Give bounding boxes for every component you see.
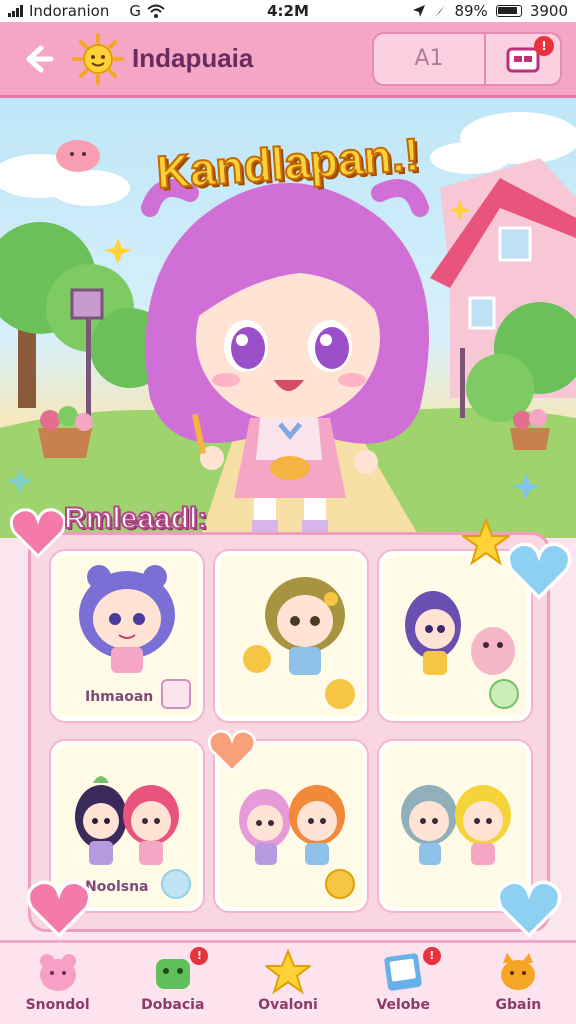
card-label: Noolsna	[85, 879, 149, 895]
mailbox-button[interactable]: !	[484, 33, 560, 84]
app-title: Indapuaia	[132, 43, 254, 73]
coin-icon	[325, 869, 355, 899]
nav-badge: !	[422, 947, 441, 965]
battery-percent: 89%	[454, 2, 488, 20]
heart-icon	[9, 508, 67, 559]
star-icon	[265, 949, 311, 995]
wifi-icon	[147, 4, 165, 18]
top-bar: Indapuaia A1 !	[0, 22, 576, 98]
nav-item-snondol[interactable]: Snondol	[0, 943, 115, 1024]
back-arrow-icon	[26, 45, 54, 72]
battery-extra: 3900	[529, 2, 568, 20]
character-portrait	[243, 577, 345, 675]
chick-icon	[325, 679, 355, 709]
network-type: G	[129, 2, 141, 20]
nav-item-gbain[interactable]: Gbain	[461, 943, 576, 1024]
bottom-nav: Snondol ! Dobacia Ovaloni ! Velobe Gbain	[0, 940, 576, 1024]
nav-label: Velobe	[376, 997, 430, 1013]
carrier-name: Indoranion	[29, 2, 110, 20]
notification-badge: !	[534, 35, 554, 56]
sun-icon	[72, 32, 124, 85]
status-time: 4:2M	[267, 2, 309, 20]
star-icon	[462, 518, 510, 566]
back-button[interactable]	[14, 35, 62, 83]
frog-icon	[155, 959, 190, 989]
collection-panel: Ihmaoan Noolsna	[28, 532, 550, 932]
cat-icon	[501, 953, 536, 990]
heart-icon	[506, 542, 572, 600]
heart-icon	[208, 729, 256, 773]
profile-button[interactable]: A1	[374, 34, 484, 84]
character-portrait	[401, 785, 511, 865]
nav-item-ovaloni[interactable]: Ovaloni	[230, 943, 345, 1024]
nav-badge: !	[190, 947, 209, 965]
character-portrait	[79, 565, 175, 673]
status-bar: Indoranion G 4:2M 89% 3900	[0, 0, 576, 22]
bear-icon	[39, 954, 76, 991]
profile-label: A1	[414, 46, 444, 71]
nav-label: Snondol	[25, 997, 90, 1013]
header-actions: A1 !	[372, 31, 562, 86]
location-icon	[413, 5, 426, 17]
character-portrait	[75, 776, 179, 865]
navigation-icon	[435, 5, 446, 17]
collection-title: Rmleaadl:	[63, 501, 208, 536]
nav-label: Ovaloni	[258, 997, 318, 1013]
album-icon	[384, 953, 422, 991]
bottle-icon	[161, 869, 191, 899]
heart-icon	[496, 880, 562, 938]
nav-label: Dobacia	[141, 997, 205, 1013]
character-card[interactable]	[215, 551, 367, 721]
nav-label: Gbain	[495, 997, 542, 1013]
nav-item-velobe[interactable]: ! Velobe	[346, 943, 461, 1024]
character-card[interactable]: Ihmaoan	[51, 551, 203, 721]
signal-icon	[8, 5, 23, 17]
battery-icon	[495, 5, 522, 17]
game-scene: Kandlapan.!	[0, 98, 576, 538]
heart-icon	[26, 880, 92, 938]
status-left: Indoranion G	[8, 2, 208, 20]
leaf-icon	[489, 679, 519, 709]
gift-icon	[161, 679, 191, 709]
card-label: Ihmaoan	[85, 689, 154, 705]
status-right: 89% 3900	[368, 2, 568, 20]
nav-item-dobacia[interactable]: ! Dobacia	[115, 943, 230, 1024]
